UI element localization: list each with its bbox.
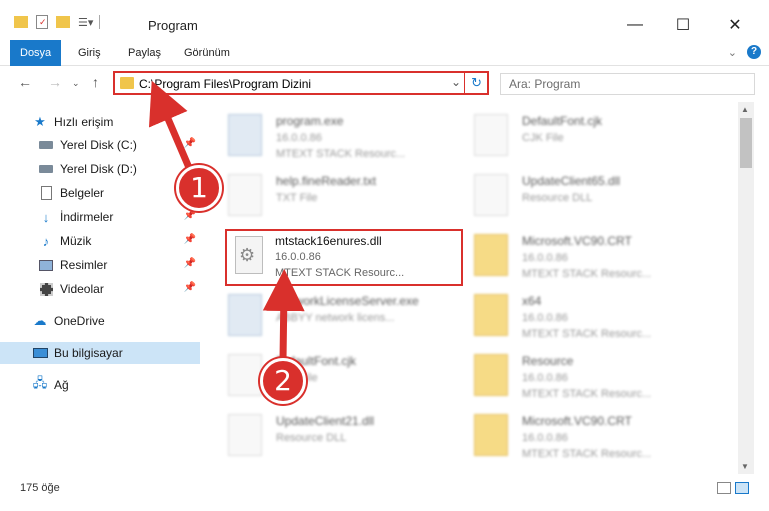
arrow-to-dll-file [262, 269, 305, 364]
step-badge-2: 2 [260, 358, 306, 404]
annotation-arrows [148, 80, 305, 364]
arrow-to-address-bar [148, 80, 194, 174]
step-badge-1: 1 [176, 165, 222, 211]
